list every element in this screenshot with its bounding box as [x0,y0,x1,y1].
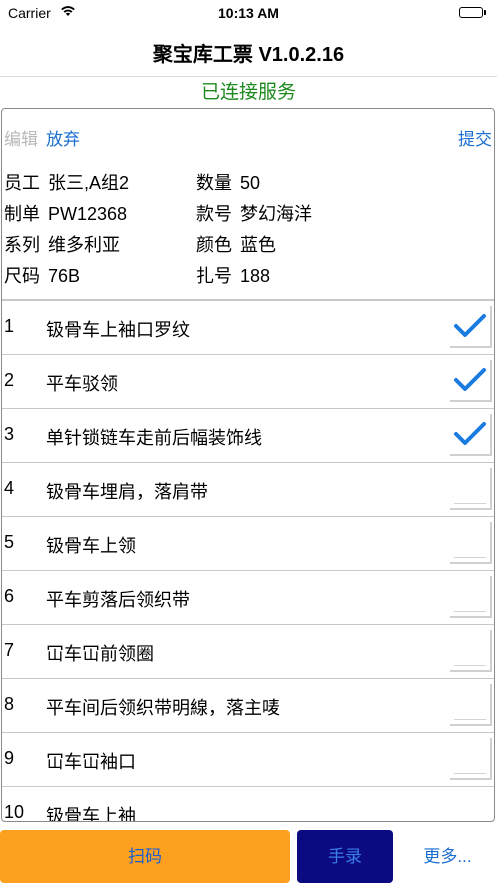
process-label: 钑骨车上袖 [46,806,136,822]
process-label: 钑骨车上领 [46,536,136,556]
process-number: 5 [4,532,15,552]
process-label: 平车剪落后领织带 [46,590,190,610]
checkbox[interactable] [450,684,492,726]
connection-status: 已连接服务 [200,82,296,103]
status-bar: Carrier 10:13 AM [0,0,497,26]
color-value: 蓝色 [240,235,276,255]
bottom-bar: 扫码 手录 更多... [0,828,497,883]
series-value: 维多利亚 [48,235,120,255]
process-number: 8 [4,694,15,714]
checkbox[interactable] [450,468,492,510]
ticket-panel: 编辑 放弃 提交 员工 张三,A组2 数量 50 制单 PW12368 款号 梦幻海洋 … [1,108,495,822]
table-row[interactable]: 2 平车驳领 [2,355,494,409]
style-value: 梦幻海洋 [240,204,312,224]
process-number: 1 [4,316,15,336]
process-number: 6 [4,586,15,606]
checkbox[interactable] [450,522,492,564]
color-field: 颜色 蓝色 [196,231,276,257]
table-row[interactable]: 3 单针锁链车走前后幅装饰线 [2,409,494,463]
process-label: 钑骨车上袖口罗纹 [46,320,190,340]
table-row[interactable]: 1 钑骨车上袖口罗纹 [2,301,494,355]
battery-icon [459,7,486,18]
process-list: 1 钑骨车上袖口罗纹 2 平车驳领 3 单针锁链车走前后幅装饰线 4 钑骨车埋肩，落肩带 5 钑骨… [2,301,494,822]
checkbox[interactable] [450,360,492,402]
process-number: 10 [4,802,25,822]
size-field: 尺码 76B [4,262,80,288]
info-row: 制单 PW12368 款号 梦幻海洋 [2,200,494,231]
manual-entry-button[interactable]: 手录 [297,830,393,883]
page-title: 聚宝库工票 V1.0.2.16 [152,44,345,66]
quantity-label: 数量 [196,173,232,193]
checkmark-icon [454,368,486,391]
process-number: 3 [4,424,15,444]
bundle-field: 扎号 188 [196,262,270,288]
table-row[interactable]: 8 平车间后领织带明線，落主唛 [2,679,494,733]
table-row[interactable]: 10 钑骨车上袖 [2,787,494,822]
checkbox[interactable] [450,630,492,672]
submit-button[interactable]: 提交 [458,125,492,150]
checkbox[interactable] [450,738,492,780]
process-label: 平车间后领织带明線，落主唛 [46,698,280,718]
table-row[interactable]: 7 冚车冚前领圈 [2,625,494,679]
process-number: 9 [4,748,15,768]
quantity-field: 数量 50 [196,169,260,195]
table-row[interactable]: 5 钑骨车上领 [2,517,494,571]
checkbox[interactable] [450,414,492,456]
info-row: 系列 维多利亚 颜色 蓝色 [2,231,494,262]
process-label: 冚车冚前领圈 [46,644,154,664]
bundle-value: 188 [240,266,271,286]
style-label: 款号 [196,204,232,224]
info-row: 员工 张三,A组2 数量 50 [2,169,494,200]
checkbox[interactable] [450,306,492,348]
process-label: 单针锁链车走前后幅装饰线 [46,428,262,448]
scan-button[interactable]: 扫码 [0,830,290,883]
process-label: 平车驳领 [46,374,118,394]
bundle-label: 扎号 [196,266,232,286]
process-label: 冚车冚袖口 [46,752,136,772]
order-field: 制单 PW12368 [4,200,127,226]
series-field: 系列 维多利亚 [4,231,120,257]
process-label: 钑骨车埋肩，落肩带 [46,482,208,502]
size-value: 76B [48,266,81,286]
checkmark-icon [454,422,486,445]
checkmark-icon [454,314,486,337]
order-label: 制单 [4,204,40,224]
color-label: 颜色 [196,235,232,255]
table-row[interactable]: 6 平车剪落后领织带 [2,571,494,625]
style-field: 款号 梦幻海洋 [196,200,312,226]
info-row: 尺码 76B 扎号 188 [2,262,494,293]
more-button[interactable]: 更多... [400,830,495,883]
clock: 10:13 AM [218,5,279,21]
quantity-value: 50 [240,173,261,193]
process-number: 7 [4,640,15,660]
table-row[interactable]: 9 冚车冚袖口 [2,733,494,787]
edit-button[interactable]: 编辑 [4,125,38,150]
ticket-toolbar: 编辑 放弃 提交 [2,125,494,149]
discard-button[interactable]: 放弃 [46,125,80,150]
employee-label: 员工 [4,173,40,193]
series-label: 系列 [4,235,40,255]
checkbox[interactable] [450,576,492,618]
process-number: 2 [4,370,15,390]
ticket-info: 员工 张三,A组2 数量 50 制单 PW12368 款号 梦幻海洋 系列 维多利亚 颜色… [2,169,494,293]
order-value: PW12368 [48,204,128,224]
table-row[interactable]: 4 钑骨车埋肩，落肩带 [2,463,494,517]
employee-field: 员工 张三,A组2 [4,169,129,195]
size-label: 尺码 [4,266,40,286]
employee-value: 张三,A组2 [48,173,130,193]
process-number: 4 [4,478,15,498]
